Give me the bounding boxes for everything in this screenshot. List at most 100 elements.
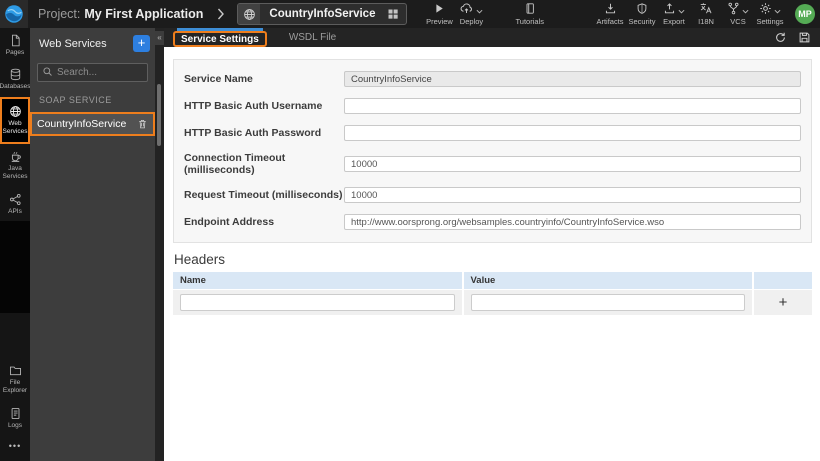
grid-icon[interactable] [387, 8, 406, 20]
i18n-button[interactable]: I18N [690, 2, 722, 26]
header-name-input[interactable] [180, 294, 455, 311]
sidebar-more-button[interactable]: ••• [0, 435, 30, 461]
service-list-item[interactable]: CountryInfoService [30, 112, 155, 136]
artifacts-button[interactable]: Artifacts [594, 2, 626, 26]
add-service-button[interactable]: + [133, 35, 150, 52]
service-settings-body: Service Name HTTP Basic Auth Username HT… [164, 47, 820, 461]
panel-gutter: « [155, 28, 164, 461]
sidebar-item-logs[interactable]: Logs [0, 401, 30, 435]
sidebar-item-label: Databases [0, 83, 31, 91]
sidebar-item-label: Java Services [2, 164, 28, 181]
database-icon [10, 69, 20, 81]
top-bar: Project: My First Application CountryInfo… [0, 0, 820, 28]
column-header-action [754, 272, 812, 289]
export-button[interactable]: Export [658, 2, 690, 26]
sidebar-item-web-services[interactable]: Web Services [0, 96, 30, 144]
book-icon [526, 3, 534, 14]
preview-button[interactable]: Preview [423, 2, 455, 26]
translate-icon [700, 3, 712, 14]
sidebar-item-apis[interactable]: APIs [0, 187, 30, 221]
sidebar-item-java-services[interactable]: Java Services [0, 144, 30, 187]
log-file-icon [11, 407, 19, 419]
sidebar-dark-section [0, 221, 30, 314]
service-name-input [344, 71, 801, 87]
open-service-tab[interactable]: CountryInfoService [237, 3, 408, 25]
field-label: Service Name [184, 73, 253, 85]
user-avatar[interactable]: MP [795, 4, 815, 24]
search-input[interactable] [37, 63, 148, 82]
form-row-password: HTTP Basic Auth Password [184, 125, 801, 141]
gear-icon [760, 3, 771, 14]
sidebar-item-label: Pages [5, 49, 25, 56]
sidebar-item-label: File Explorer [2, 378, 28, 395]
main-area: Pages Databases Web Services Java Servic… [0, 28, 820, 461]
topbar-right-actions: Artifacts Security Export I18N VCS Setti… [594, 2, 786, 26]
artifacts-label: Artifacts [596, 17, 624, 26]
headers-table-header-row: Name Value [173, 272, 812, 289]
header-name-cell [173, 290, 464, 315]
service-tab-label: CountryInfoService [269, 8, 376, 20]
form-row-request-timeout: Request Timeout (milliseconds) [184, 187, 801, 203]
connection-timeout-input[interactable] [344, 156, 801, 172]
header-value-input[interactable] [470, 294, 745, 311]
tab-service-settings[interactable]: Service Settings [173, 28, 267, 47]
add-header-button[interactable]: + [754, 290, 812, 315]
security-button[interactable]: Security [626, 2, 658, 26]
preview-label: Preview [426, 17, 453, 26]
sidebar-item-databases[interactable]: Databases [0, 62, 31, 96]
search-icon [42, 66, 53, 77]
refresh-button[interactable] [774, 31, 787, 44]
sidebar-item-file-explorer[interactable]: File Explorer [0, 358, 30, 401]
sidebar-item-label: Web Services [2, 119, 28, 136]
play-icon [436, 4, 444, 13]
field-label: Connection Timeout (milliseconds) [184, 152, 286, 176]
icon-sidebar: Pages Databases Web Services Java Servic… [0, 28, 31, 461]
content-tab-bar: Service Settings WSDL File [164, 28, 820, 47]
headers-section-title: Headers [174, 252, 226, 267]
sidebar-item-label: Logs [7, 421, 23, 429]
scrollbar-thumb[interactable] [157, 84, 161, 146]
form-row-username: HTTP Basic Auth Username [184, 98, 801, 114]
deploy-button[interactable]: Deploy [455, 2, 487, 26]
branch-icon [728, 2, 739, 15]
cloud-upload-icon [461, 3, 473, 14]
tutorials-button[interactable]: Tutorials [513, 2, 545, 26]
form-row-endpoint: Endpoint Address [184, 214, 801, 230]
export-caret-icon [678, 9, 685, 14]
wavemaker-logo[interactable] [0, 0, 28, 28]
field-label: HTTP Basic Auth Username [184, 100, 323, 112]
project-breadcrumb: Project: My First Application [38, 7, 203, 21]
trash-icon[interactable] [137, 118, 148, 130]
service-settings-form: Service Name HTTP Basic Auth Username HT… [173, 59, 812, 243]
save-button[interactable] [798, 31, 811, 44]
basic-auth-username-input[interactable] [344, 98, 801, 114]
project-name: My First Application [84, 7, 204, 21]
collapse-panel-button[interactable]: « [155, 31, 164, 45]
vcs-button[interactable]: VCS [722, 2, 754, 26]
sidebar-item-pages[interactable]: Pages [0, 28, 30, 62]
download-icon [605, 3, 615, 14]
request-timeout-input[interactable] [344, 187, 801, 203]
service-item-name: CountryInfoService [37, 118, 127, 130]
api-nodes-icon [9, 193, 21, 205]
form-row-service-name: Service Name [184, 71, 801, 87]
coffee-cup-icon [11, 151, 21, 162]
tabbar-actions [774, 28, 820, 47]
header-value-cell [464, 290, 754, 315]
vcs-caret-icon [742, 9, 749, 14]
security-label: Security [628, 17, 656, 26]
save-icon [799, 32, 810, 43]
headers-table-input-row: + [173, 290, 812, 315]
basic-auth-password-input[interactable] [344, 125, 801, 141]
upload-icon [664, 3, 675, 14]
field-label: Endpoint Address [184, 216, 275, 228]
endpoint-address-input[interactable] [344, 214, 801, 230]
tab-wsdl-file[interactable]: WSDL File [289, 28, 336, 47]
tabbar-spacer [336, 28, 774, 47]
panel-title: Web Services [39, 37, 107, 50]
tutorials-label: Tutorials [515, 17, 544, 26]
field-label: HTTP Basic Auth Password [184, 127, 322, 139]
settings-button[interactable]: Settings [754, 2, 786, 26]
shield-icon [637, 3, 647, 14]
logo-icon [5, 5, 23, 23]
